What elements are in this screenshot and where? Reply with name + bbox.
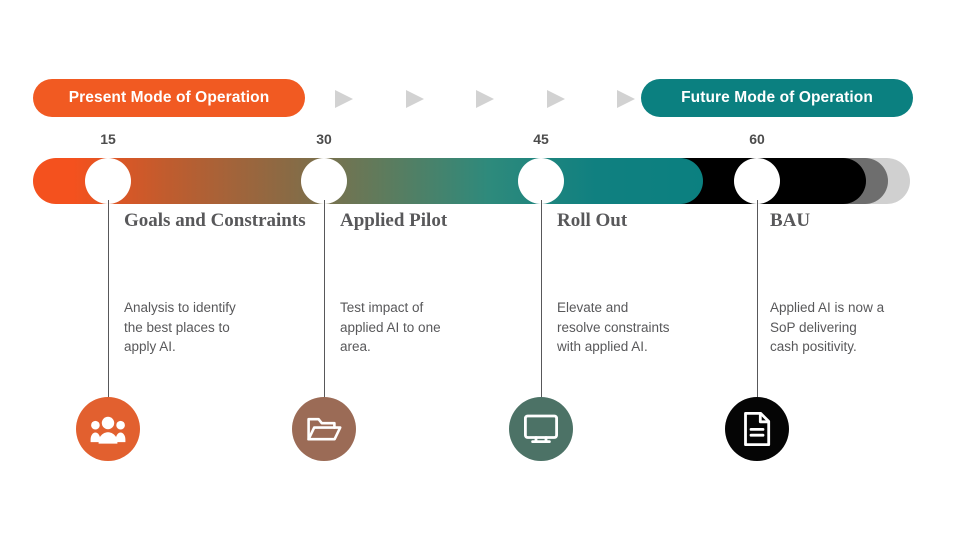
monitor-icon <box>523 413 559 445</box>
triangle-right-icon <box>546 90 565 108</box>
stage-icon-circle-applied-pilot[interactable] <box>292 397 356 461</box>
triangle-right-icon <box>335 90 353 108</box>
stage-description: Applied AI is now a SoP delivering cash … <box>770 300 885 354</box>
connector-line-60 <box>757 200 758 405</box>
milestone-marker-15[interactable] <box>85 158 131 204</box>
stage-description: Elevate and resolve constraints with app… <box>557 300 670 354</box>
stage-icon-circle-roll-out[interactable] <box>509 397 573 461</box>
milestone-marker-60[interactable] <box>734 158 780 204</box>
tick-label-30: 30 <box>316 131 332 147</box>
triangle-right-icon <box>476 90 494 108</box>
stage-title: Goals and Constraints <box>124 210 306 231</box>
document-icon <box>741 411 773 447</box>
tick-label-60: 60 <box>749 131 765 147</box>
connector-line-45 <box>541 200 542 405</box>
stage-icon-circle-bau[interactable] <box>725 397 789 461</box>
bar-gradient-segment <box>33 158 703 204</box>
tick-label-45: 45 <box>533 131 549 147</box>
stage-title: Applied Pilot <box>340 210 448 231</box>
open-folder-icon <box>306 414 342 444</box>
milestone-marker-45[interactable] <box>518 158 564 204</box>
stage-description: Test impact of applied AI to one area. <box>340 300 441 354</box>
progress-bar <box>0 158 960 204</box>
milestone-marker-30[interactable] <box>301 158 347 204</box>
stage-title: Roll Out <box>557 210 628 231</box>
stage-column-applied-pilot: Applied Pilot Test impact of applied AI … <box>340 210 526 354</box>
stage-description: Analysis to identify the best places to … <box>124 300 236 354</box>
connector-line-30 <box>324 200 325 405</box>
stage-column-bau: BAU Applied AI is now a SoP delivering c… <box>770 210 956 354</box>
connector-line-15 <box>108 200 109 405</box>
stage-title: BAU <box>770 210 811 231</box>
tick-label-15: 15 <box>100 131 116 147</box>
stage-column-goals-and-constraints: Goals and Constraints Analysis to identi… <box>124 210 310 354</box>
triangle-right-icon <box>405 90 424 108</box>
users-group-icon <box>90 414 126 444</box>
stage-column-roll-out: Roll Out Elevate and resolve constraints… <box>557 210 743 354</box>
future-mode-pill[interactable]: Future Mode of Operation <box>641 79 913 117</box>
stage-icon-circle-goals-and-constraints[interactable] <box>76 397 140 461</box>
timeline-infographic: Present Mode of Operation Future Mode of… <box>0 0 960 540</box>
present-mode-pill[interactable]: Present Mode of Operation <box>33 79 305 117</box>
triangle-right-icon <box>617 90 635 108</box>
transition-arrows <box>335 88 635 110</box>
